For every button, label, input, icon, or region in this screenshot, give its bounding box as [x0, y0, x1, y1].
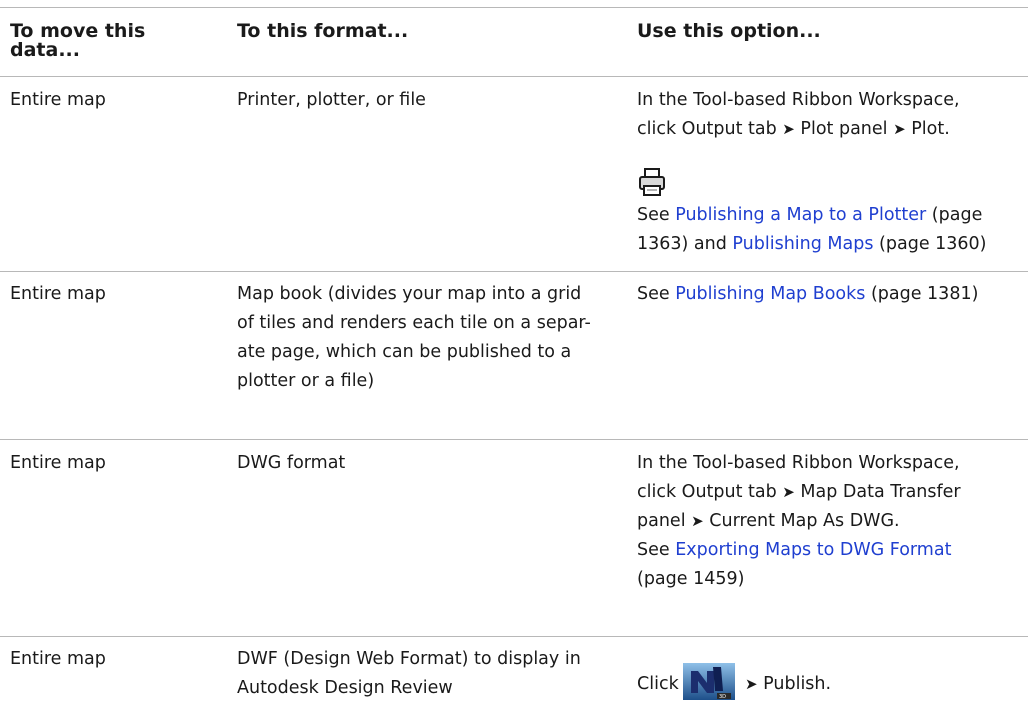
- arrow-glyph: ➤: [691, 512, 704, 530]
- row-rule: [0, 439, 1028, 440]
- row4-option-click: Click: [637, 674, 679, 694]
- svg-text:3D: 3D: [719, 694, 726, 700]
- row2-data: Entire map: [10, 284, 106, 304]
- arrow-glyph: ➤: [893, 120, 906, 138]
- header-option: Use this option...: [637, 20, 821, 42]
- header-data: To move this data...: [10, 22, 145, 60]
- arrow-glyph: ➤: [782, 483, 795, 501]
- link-publishing-map-to-plotter[interactable]: Publishing a Map to a Plotter: [675, 205, 926, 225]
- header-format: To this format...: [237, 20, 409, 42]
- row1-data: Entire map: [10, 90, 106, 110]
- arrow-glyph: ➤: [745, 675, 758, 693]
- row1-format: Printer, plotter, or file: [237, 90, 426, 110]
- link-exporting-maps-to-dwg[interactable]: Exporting Maps to DWG Format: [675, 540, 951, 560]
- link-publishing-maps[interactable]: Publishing Maps: [732, 234, 873, 254]
- row4-format: DWF (Design Web Format) to display in Au…: [237, 649, 581, 698]
- row-rule: [0, 271, 1028, 272]
- row-rule: [0, 636, 1028, 637]
- row3-option: In the Tool-based Ribbon Workspace, clic…: [637, 453, 961, 589]
- row1-option-line1: In the Tool-based Ribbon Workspace,: [637, 90, 960, 110]
- header-data-line2: data...: [10, 39, 80, 61]
- header-rule: [0, 76, 1028, 77]
- row1-option: In the Tool-based Ribbon Workspace, clic…: [637, 86, 960, 144]
- row4-data: Entire map: [10, 649, 106, 669]
- link-publishing-map-books[interactable]: Publishing Map Books: [675, 284, 865, 304]
- printer-icon: [639, 168, 665, 196]
- row4-option-publish: ➤ Publish.: [745, 674, 832, 694]
- row3-format: DWG format: [237, 453, 346, 473]
- table-top-rule: [0, 7, 1028, 8]
- document-page: To move this data... To this format... U…: [0, 0, 1028, 700]
- row3-data: Entire map: [10, 453, 106, 473]
- row2-see: See Publishing Map Books (page 1381): [637, 284, 979, 304]
- publish-3d-icon[interactable]: 3D: [683, 663, 735, 700]
- arrow-glyph: ➤: [782, 120, 795, 138]
- row1-option-line2: click Output tab ➤ Plot panel ➤ Plot.: [637, 119, 950, 139]
- row1-see: See Publishing a Map to a Plotter (page …: [637, 205, 987, 254]
- row2-format: Map book (divides your map into a grid o…: [237, 284, 591, 391]
